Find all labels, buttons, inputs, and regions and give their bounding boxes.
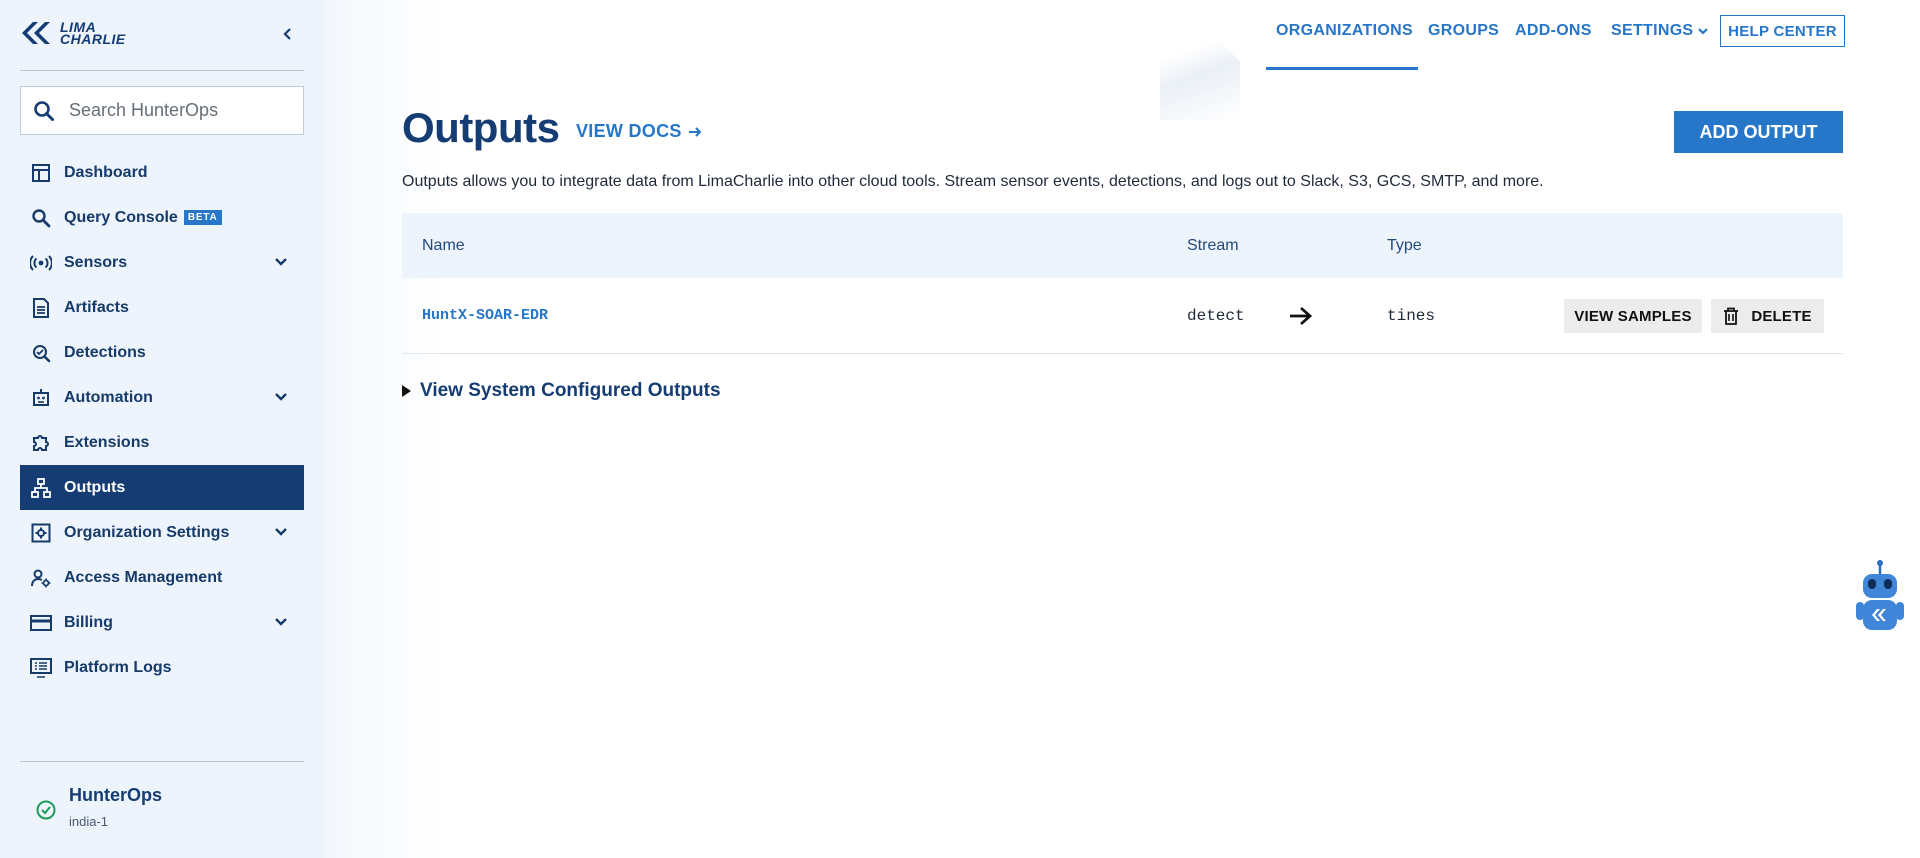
search-icon [34,100,54,121]
sidebar: LIMA CHARLIE Dashboard Query Console BET… [0,0,324,858]
view-docs-label: VIEW DOCS [576,121,682,141]
sidebar-divider [20,761,304,762]
page-description: Outputs allows you to integrate data fro… [402,173,1544,190]
robot-icon [30,387,52,409]
sidebar-item-outputs[interactable]: Outputs [20,465,304,510]
sidebar-divider [20,70,304,71]
settings-gear-icon [30,522,52,544]
sidebar-item-detections[interactable]: Detections [20,330,304,375]
table-header: Name Stream Type [402,213,1843,278]
org-name[interactable]: HunterOps [69,785,162,806]
nav-settings[interactable]: SETTINGS [1611,22,1710,40]
sidebar-item-sensors[interactable]: Sensors [20,240,304,285]
logo-line2: CHARLIE [60,31,126,47]
puzzle-icon [30,432,52,454]
sidebar-item-label: Dashboard [64,163,148,181]
nav-addons[interactable]: ADD-ONS [1515,22,1592,40]
sensor-broadcast-icon [30,252,52,274]
log-monitor-icon [30,657,52,679]
credit-card-icon [30,612,52,634]
nav-active-indicator [1266,67,1418,70]
sidebar-item-access-management[interactable]: Access Management [20,555,304,600]
sidebar-item-dashboard[interactable]: Dashboard [20,150,304,195]
chevron-down-icon[interactable] [272,253,290,271]
assistant-bot-icon[interactable] [1852,560,1908,640]
arrow-right-icon [1290,306,1313,326]
page-title: Outputs [402,104,560,151]
disclosure-triangle-icon [402,385,411,397]
sidebar-nav: Dashboard Query Console BETA Sensors Art… [20,150,304,690]
sidebar-item-extensions[interactable]: Extensions [20,420,304,465]
sidebar-item-label: Billing [64,613,113,631]
system-outputs-toggle[interactable]: View System Configured Outputs [402,380,721,402]
detection-search-icon [30,342,52,364]
trash-icon [1724,307,1739,325]
org-region: india-1 [69,814,109,829]
delete-label: DELETE [1751,307,1812,325]
sidebar-item-label: Artifacts [64,298,129,316]
view-samples-button[interactable]: VIEW SAMPLES [1564,299,1702,333]
arrow-right-icon [688,126,702,137]
sidebar-item-artifacts[interactable]: Artifacts [20,285,304,330]
view-docs-link[interactable]: VIEW DOCS [576,121,702,142]
sidebar-item-automation[interactable]: Automation [20,375,304,420]
sidebar-item-label: Query Console [64,208,178,226]
sidebar-item-organization-settings[interactable]: Organization Settings [20,510,304,555]
beta-badge: BETA [183,210,222,225]
dashboard-icon [30,162,52,184]
document-icon [30,297,52,319]
logo-wordmark: LIMA CHARLIE [60,20,126,47]
sidebar-item-label: Organization Settings [64,523,230,541]
collapse-sidebar-button[interactable] [276,22,300,46]
system-outputs-label: View System Configured Outputs [420,380,721,401]
chevron-down-icon[interactable] [272,523,290,541]
nav-settings-label: SETTINGS [1611,22,1694,39]
column-header-type[interactable]: Type [1387,237,1422,255]
sidebar-item-label: Platform Logs [64,658,172,676]
output-name-link[interactable]: HuntX-SOAR-EDR [422,307,548,324]
output-stream: detect [1187,307,1245,325]
chevron-left-icon [283,28,291,40]
chevron-down-icon[interactable] [272,388,290,406]
search-box[interactable] [20,86,304,135]
search-icon [30,207,52,229]
sidebar-item-platform-logs[interactable]: Platform Logs [20,645,304,690]
limacharlie-logo[interactable]: LIMA CHARLIE [20,18,126,48]
sidebar-item-label: Automation [64,388,153,406]
sidebar-item-label: Extensions [64,433,150,451]
chevron-down-icon [1698,28,1709,35]
nav-groups[interactable]: GROUPS [1428,22,1499,40]
sidebar-item-label: Access Management [64,568,223,586]
user-gear-icon [30,567,52,589]
table-row: HuntX-SOAR-EDR detect tines VIEW SAMPLES… [402,278,1843,354]
column-header-name[interactable]: Name [422,237,465,255]
nav-organizations[interactable]: ORGANIZATIONS [1276,22,1413,40]
chevron-down-icon[interactable] [272,613,290,631]
sidebar-item-label: Sensors [64,253,128,271]
check-circle-icon [36,800,56,820]
outputs-hierarchy-icon [30,477,52,499]
sidebar-item-label: Outputs [64,478,126,496]
search-input[interactable] [69,100,289,121]
output-type: tines [1387,307,1436,325]
sidebar-item-billing[interactable]: Billing [20,600,304,645]
add-output-button[interactable]: ADD OUTPUT [1674,111,1843,153]
column-header-stream[interactable]: Stream [1187,237,1239,255]
delete-button[interactable]: DELETE [1711,299,1824,333]
help-center-button[interactable]: HELP CENTER [1720,15,1845,47]
sidebar-item-label: Detections [64,343,146,361]
sidebar-item-query-console[interactable]: Query Console BETA [20,195,304,240]
logo-icon [22,22,50,44]
